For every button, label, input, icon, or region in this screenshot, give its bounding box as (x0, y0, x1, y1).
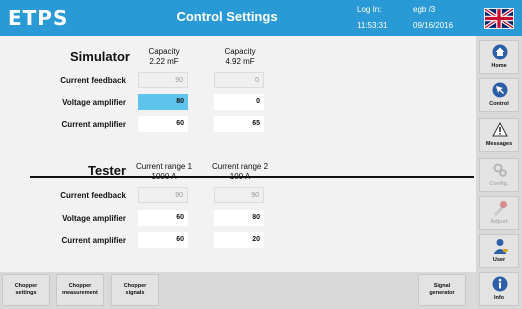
tester-current-amplifier-1[interactable]: 60 (138, 232, 188, 248)
tester-current-feedback-label: Current feedback (60, 191, 126, 200)
simulator-title: Simulator (70, 49, 130, 64)
config-button[interactable]: Config. (479, 158, 519, 192)
chopper-measurement-button[interactable]: Chopper measurement (56, 274, 104, 306)
right-sidebar: Home Control Messages Config. Adjust Use… (476, 36, 522, 309)
control-button[interactable]: Control (479, 78, 519, 112)
config-label: Config. (489, 181, 509, 187)
info-icon (492, 276, 508, 292)
adjust-icon (494, 201, 507, 216)
warning-icon (492, 122, 508, 137)
tester-current-amplifier-2[interactable]: 20 (214, 232, 264, 248)
home-button[interactable]: Home (479, 40, 519, 74)
tester-voltage-amplifier-2[interactable]: 80 (214, 210, 264, 226)
tester-title: Tester (88, 163, 127, 178)
control-label: Control (489, 101, 509, 107)
tester-current-feedback-1: 90 (138, 187, 188, 203)
uk-flag-icon[interactable] (484, 8, 514, 29)
tester-current-feedback-2: 90 (214, 187, 264, 203)
sim-current-amplifier-2[interactable]: 65 (214, 116, 264, 132)
chopper-signals-button[interactable]: Chopper signals (111, 274, 159, 306)
login-label: Log In: (357, 5, 382, 14)
sim-current-amplifier-1[interactable]: 60 (138, 116, 188, 132)
tester-current-amplifier-label: Current amplifier (61, 236, 126, 245)
header-bar: ETPS Control Settings Log In: 11:53:31 e… (0, 0, 522, 36)
messages-label: Messages (485, 141, 513, 147)
sim-voltage-amplifier-label: Voltage amplifier (62, 98, 126, 107)
chopper-settings-button[interactable]: Chopper settings (2, 274, 50, 306)
tester-col1-header: Current range 1 1000 A (135, 162, 193, 181)
simulator-col1-header: Capacity 2.22 mF (148, 47, 180, 66)
sim-current-feedback-2: 0 (214, 72, 264, 88)
sim-voltage-amplifier-1[interactable]: 80 (138, 94, 188, 110)
info-label: Info (493, 295, 505, 301)
sim-current-feedback-1: 90 (138, 72, 188, 88)
login-time: 11:53:31 (357, 21, 388, 30)
sim-current-feedback-label: Current feedback (60, 76, 126, 85)
signal-generator-button[interactable]: Signal generator (418, 274, 466, 306)
adjust-label: Adjust (490, 219, 508, 225)
main-panel: Simulator Capacity 2.22 mF Capacity 4.92… (0, 36, 476, 272)
user-label: User (492, 257, 506, 263)
home-icon (492, 44, 508, 60)
messages-button[interactable]: Messages (479, 118, 519, 152)
simulator-col2-header: Capacity 4.92 mF (224, 47, 256, 66)
home-label: Home (491, 63, 507, 69)
tester-voltage-amplifier-label: Voltage amplifier (62, 214, 126, 223)
bottom-bar: Chopper settings Chopper measurement Cho… (0, 272, 476, 309)
user-name: egb /3 (413, 5, 436, 14)
tester-col2-header: Current range 2 100 A (211, 162, 269, 181)
info-button[interactable]: Info (479, 272, 519, 306)
control-icon (492, 82, 508, 98)
user-button[interactable]: User (479, 234, 519, 268)
tester-voltage-amplifier-1[interactable]: 60 (138, 210, 188, 226)
config-icon (493, 163, 507, 177)
user-icon (493, 239, 508, 254)
sim-voltage-amplifier-2[interactable]: 0 (214, 94, 264, 110)
sim-current-amplifier-label: Current amplifier (61, 120, 126, 129)
adjust-button[interactable]: Adjust (479, 196, 519, 230)
current-date: 09/16/2016 (413, 21, 454, 30)
